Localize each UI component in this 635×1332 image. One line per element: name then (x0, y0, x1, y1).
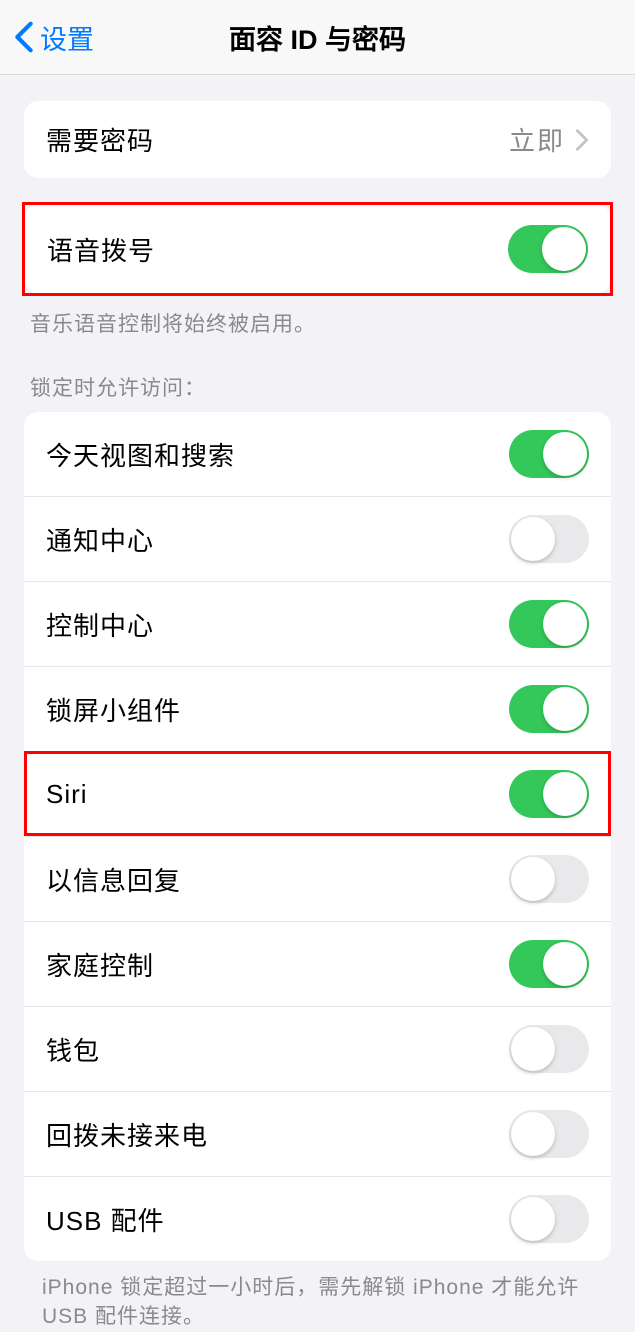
access-item-label: 控制中心 (46, 606, 154, 643)
access-item-toggle[interactable] (509, 1195, 589, 1243)
access-item-label: 钱包 (46, 1031, 100, 1068)
row-access-item: 今天视图和搜索 (24, 412, 611, 496)
access-item-toggle[interactable] (509, 940, 589, 988)
access-item-label: 以信息回复 (46, 861, 181, 898)
back-label: 设置 (40, 18, 94, 57)
row-access-item: 回拨未接来电 (24, 1091, 611, 1176)
row-access-item: Siri (24, 751, 611, 836)
access-item-toggle[interactable] (509, 515, 589, 563)
usb-footer: iPhone 锁定超过一小时后，需先解锁 iPhone 才能允许USB 配件连接… (42, 1273, 593, 1332)
row-access-item: 钱包 (24, 1006, 611, 1091)
lock-access-header: 锁定时允许访问： (30, 372, 611, 402)
access-item-toggle[interactable] (509, 430, 589, 478)
row-access-item: 以信息回复 (24, 836, 611, 921)
access-item-toggle[interactable] (509, 770, 589, 818)
chevron-left-icon (14, 20, 34, 54)
page-title: 面容 ID 与密码 (229, 18, 406, 57)
back-button[interactable]: 设置 (0, 18, 94, 57)
row-access-item: 通知中心 (24, 496, 611, 581)
access-item-toggle[interactable] (509, 685, 589, 733)
row-access-item: 家庭控制 (24, 921, 611, 1006)
access-item-label: 家庭控制 (46, 946, 154, 983)
row-voice-dial: 语音拨号 (25, 205, 610, 293)
voice-dial-label: 语音拨号 (47, 231, 155, 268)
access-item-toggle[interactable] (509, 855, 589, 903)
access-item-toggle[interactable] (509, 1110, 589, 1158)
voice-dial-highlight: 语音拨号 (22, 202, 613, 296)
section-voice-dial: 语音拨号 (25, 205, 610, 293)
row-require-passcode[interactable]: 需要密码 立即 (24, 101, 611, 178)
require-passcode-value: 立即 (509, 121, 565, 158)
navbar: 设置 面容 ID 与密码 (0, 0, 635, 75)
access-item-label: 回拨未接来电 (46, 1116, 208, 1153)
access-item-label: Siri (46, 779, 88, 810)
access-item-label: 锁屏小组件 (46, 691, 181, 728)
access-item-label: 通知中心 (46, 521, 154, 558)
access-item-label: 今天视图和搜索 (46, 436, 235, 473)
section-lock-access: 今天视图和搜索通知中心控制中心锁屏小组件 Siri 以信息回复家庭控制钱包回拨未接来… (24, 412, 611, 1261)
access-item-toggle[interactable] (509, 600, 589, 648)
require-passcode-label: 需要密码 (46, 121, 154, 158)
row-access-item: 控制中心 (24, 581, 611, 666)
access-item-toggle[interactable] (509, 1025, 589, 1073)
section-require-passcode: 需要密码 立即 (24, 101, 611, 178)
voice-dial-toggle[interactable] (508, 225, 588, 273)
row-access-item: 锁屏小组件 (24, 666, 611, 751)
voice-dial-footer: 音乐语音控制将始终被启用。 (30, 308, 611, 338)
access-item-label: USB 配件 (46, 1201, 165, 1238)
chevron-right-icon (575, 128, 589, 152)
row-access-item: USB 配件 (24, 1176, 611, 1261)
